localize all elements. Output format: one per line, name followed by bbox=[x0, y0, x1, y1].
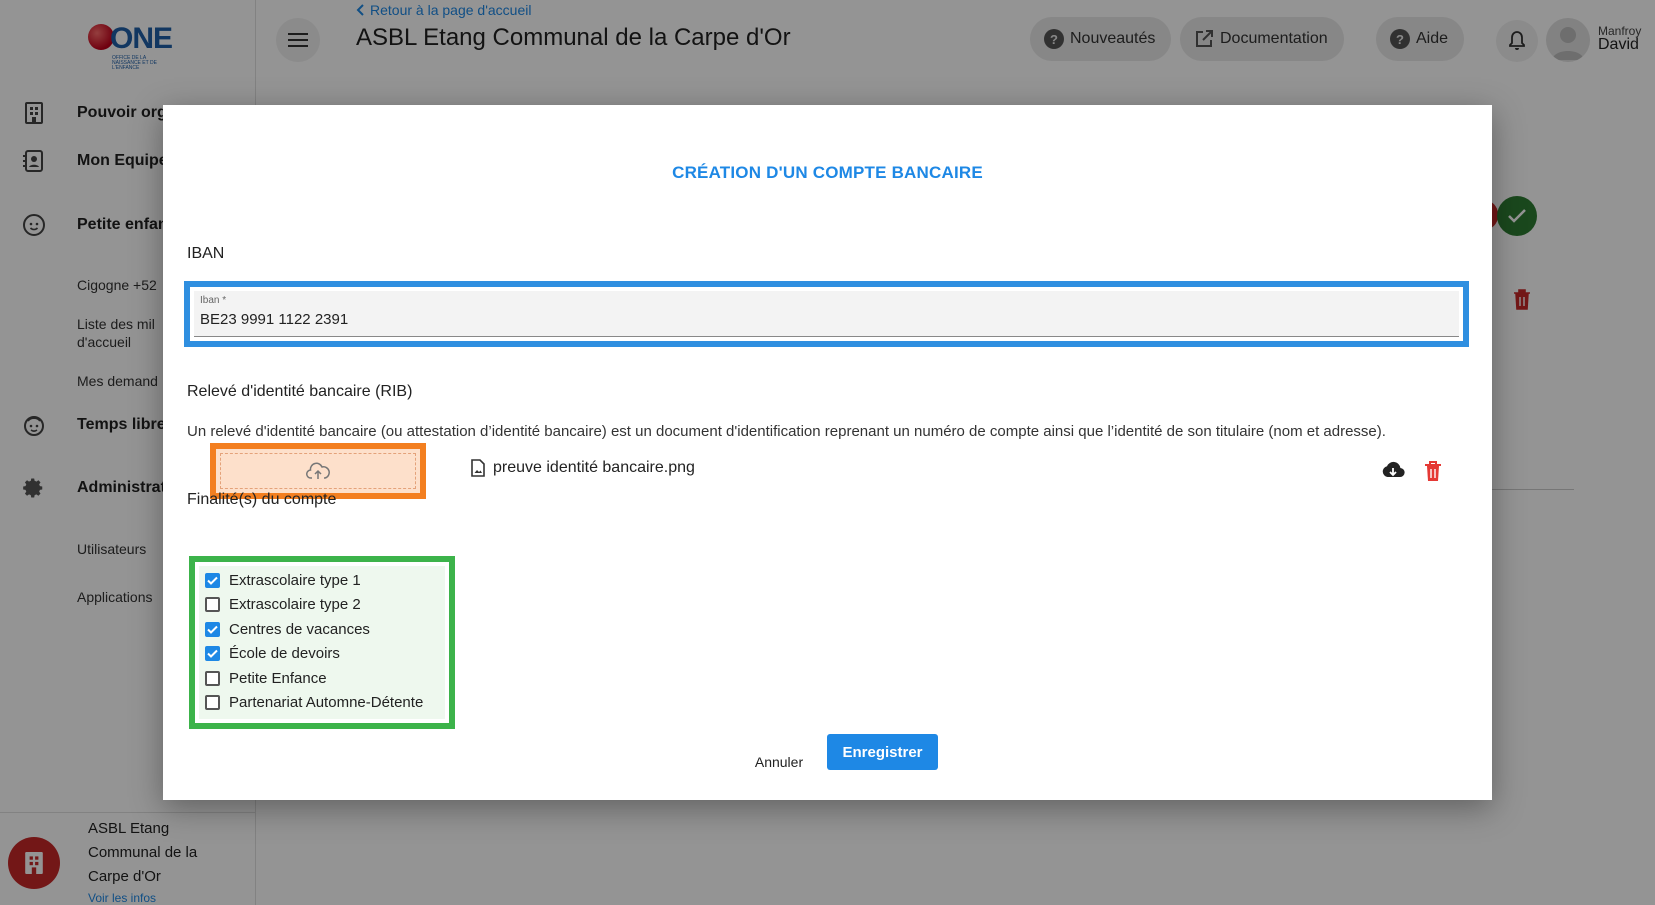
purpose-petite-enfance[interactable]: Petite Enfance bbox=[199, 666, 445, 691]
iban-floating-label: Iban * bbox=[200, 295, 227, 306]
image-file-icon bbox=[471, 459, 485, 477]
cancel-button[interactable]: Annuler bbox=[739, 744, 819, 780]
purpose-ecole-devoirs[interactable]: École de devoirs bbox=[199, 642, 445, 667]
purpose-label: Extrascolaire type 1 bbox=[229, 571, 361, 589]
rib-description: Un relevé d'identité bancaire (ou attest… bbox=[187, 423, 1386, 440]
purpose-centres-vacances[interactable]: Centres de vacances bbox=[199, 617, 445, 642]
purposes-section-label: Finalité(s) du compte bbox=[187, 491, 337, 508]
purpose-label: Petite Enfance bbox=[229, 669, 327, 687]
checkbox-checked[interactable] bbox=[205, 621, 220, 637]
checkbox-checked[interactable] bbox=[205, 646, 220, 662]
iban-input[interactable] bbox=[200, 311, 1100, 328]
purpose-label: Partenariat Automne-Détente bbox=[229, 694, 424, 712]
iban-section-label: IBAN bbox=[187, 245, 225, 262]
purpose-extrascolaire-2[interactable]: Extrascolaire type 2 bbox=[199, 593, 445, 618]
create-bank-account-dialog: CRÉATION D'UN COMPTE BANCAIRE IBAN Iban … bbox=[163, 105, 1492, 800]
checkbox-unchecked[interactable] bbox=[205, 670, 220, 686]
iban-field[interactable]: Iban * bbox=[194, 291, 1459, 337]
purpose-label: Extrascolaire type 2 bbox=[229, 596, 361, 614]
uploaded-file: preuve identité bancaire.png bbox=[471, 459, 695, 477]
iban-highlight: Iban * bbox=[184, 281, 1469, 347]
purposes-highlight: Extrascolaire type 1 Extrascolaire type … bbox=[189, 556, 455, 729]
checkbox-unchecked[interactable] bbox=[205, 597, 220, 613]
checkbox-unchecked[interactable] bbox=[205, 695, 220, 711]
file-name: preuve identité bancaire.png bbox=[493, 459, 695, 476]
trash-icon[interactable] bbox=[1423, 460, 1443, 482]
cloud-download-icon[interactable] bbox=[1381, 460, 1405, 482]
purpose-label: École de devoirs bbox=[229, 645, 340, 663]
save-button[interactable]: Enregistrer bbox=[827, 734, 938, 770]
file-upload-dropzone[interactable] bbox=[220, 453, 416, 489]
cloud-upload-icon bbox=[306, 462, 330, 479]
purpose-label: Centres de vacances bbox=[229, 620, 370, 638]
rib-section-label: Relevé d'identité bancaire (RIB) bbox=[187, 383, 413, 400]
purpose-automne-detente[interactable]: Partenariat Automne-Détente bbox=[199, 691, 445, 716]
checkbox-checked[interactable] bbox=[205, 572, 220, 588]
purpose-extrascolaire-1[interactable]: Extrascolaire type 1 bbox=[199, 568, 445, 593]
purposes-list: Extrascolaire type 1 Extrascolaire type … bbox=[199, 566, 445, 719]
dialog-title: CRÉATION D'UN COMPTE BANCAIRE bbox=[672, 163, 983, 182]
